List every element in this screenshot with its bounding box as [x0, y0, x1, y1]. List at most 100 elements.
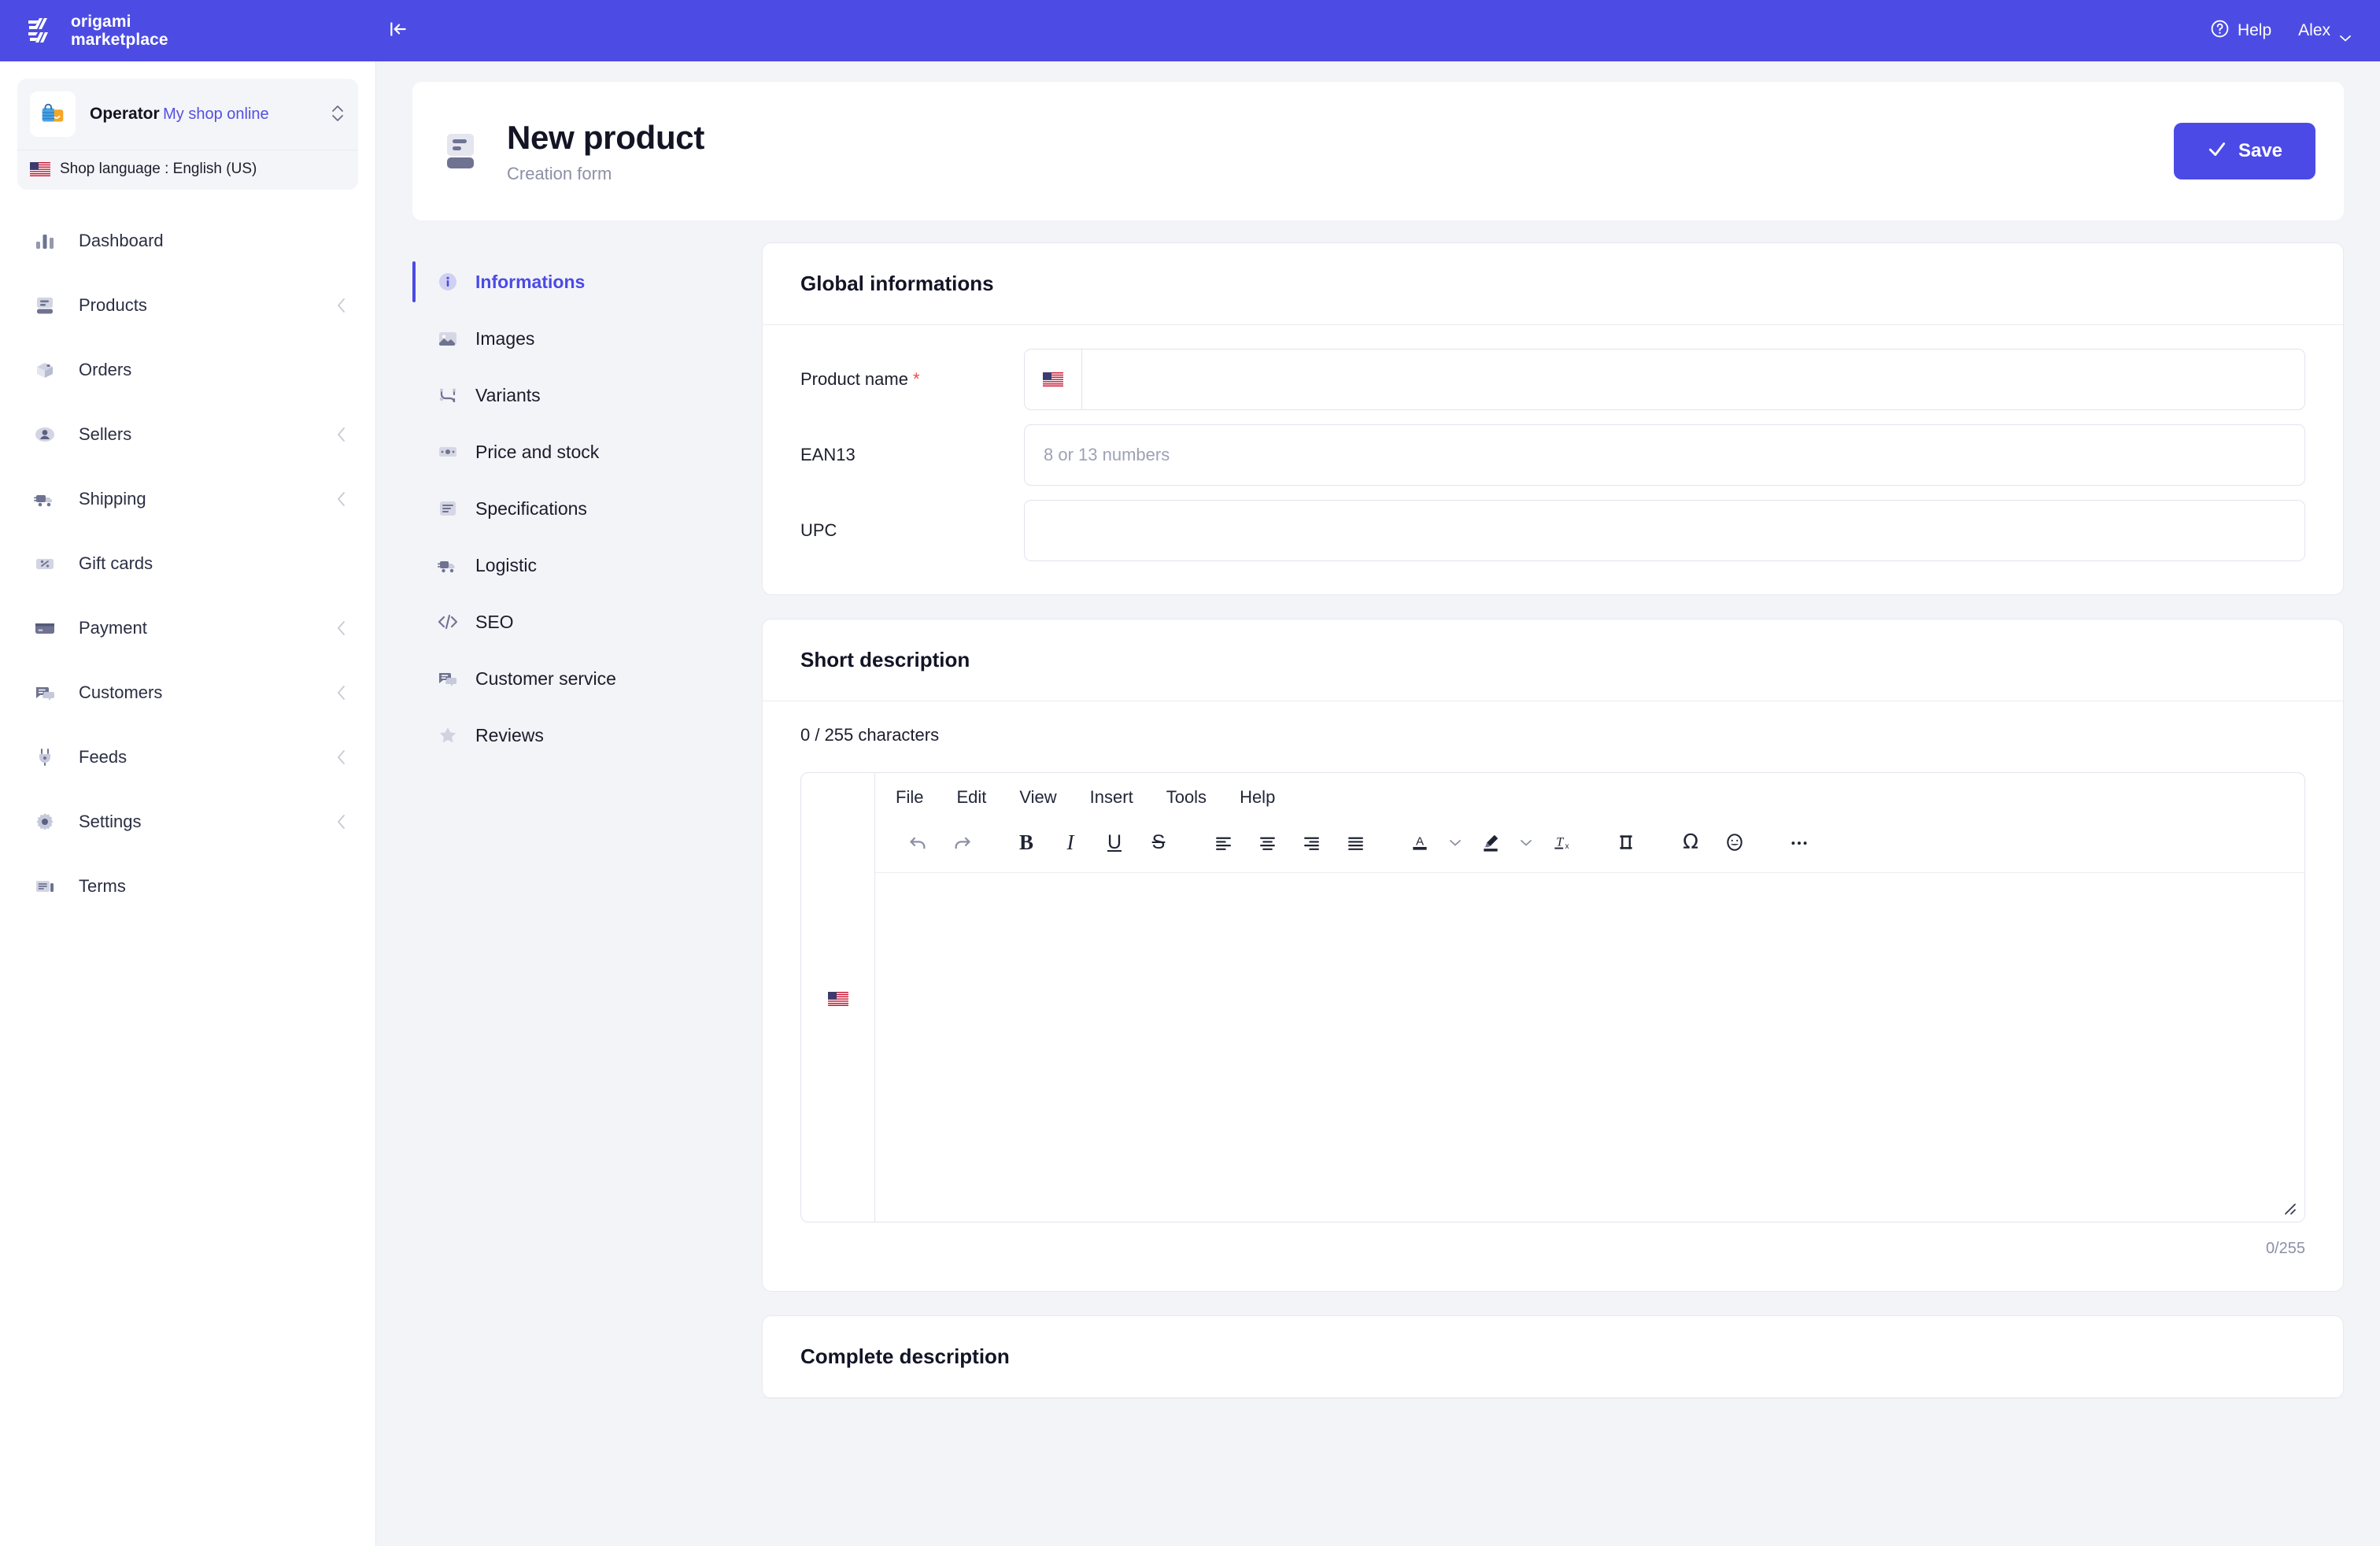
check-icon	[2207, 139, 2227, 165]
horizontal-rule-icon[interactable]	[1604, 822, 1648, 863]
tab-label: Price and stock	[475, 441, 600, 462]
shop-name: Operator	[90, 105, 160, 123]
top-bar-actions: Help Alex	[2210, 19, 2380, 43]
more-options-icon[interactable]	[1777, 822, 1821, 863]
tab-label: Variants	[475, 384, 541, 405]
sidebar-item-dashboard[interactable]: Dashboard	[0, 209, 375, 273]
user-menu-button[interactable]: Alex	[2298, 21, 2351, 42]
save-button-label: Save	[2238, 140, 2283, 161]
help-button[interactable]: Help	[2210, 19, 2271, 43]
sidebar-item-settings[interactable]: Settings	[0, 790, 375, 854]
italic-icon[interactable]: I	[1048, 822, 1092, 863]
tab-seo[interactable]: SEO	[412, 594, 762, 650]
chevron-left-icon[interactable]	[336, 749, 347, 766]
align-right-icon[interactable]	[1289, 822, 1333, 863]
undo-icon[interactable]	[896, 822, 940, 863]
chat-bubble-icon	[31, 679, 58, 706]
product-name-label: Product name *	[800, 369, 1024, 390]
shop-info: Operator My shop online	[90, 104, 330, 124]
menu-tools[interactable]: Tools	[1166, 787, 1207, 808]
question-circle-icon	[2210, 19, 2230, 43]
menu-view[interactable]: View	[1019, 787, 1056, 808]
ean13-field-wrap	[1024, 424, 2305, 486]
tab-price-and-stock[interactable]: Price and stock	[412, 423, 762, 480]
shop-language-row[interactable]: Shop language : English (US)	[17, 150, 358, 190]
save-button[interactable]: Save	[2174, 123, 2315, 179]
tab-variants[interactable]: Variants	[412, 367, 762, 423]
editor-main: File Edit View Insert Tools Help B I U S…	[875, 773, 2304, 1222]
menu-file[interactable]: File	[896, 787, 923, 808]
sidebar-item-sellers[interactable]: Sellers	[0, 402, 375, 467]
menu-edit[interactable]: Edit	[956, 787, 986, 808]
highlight-color-icon[interactable]	[1469, 822, 1513, 863]
help-label: Help	[2237, 21, 2272, 39]
chevron-left-icon[interactable]	[336, 813, 347, 830]
content-columns: Informations Images Variants Price and s…	[376, 242, 2380, 1422]
form-row-upc: UPC	[800, 500, 2305, 561]
resize-grip-icon[interactable]	[2282, 1201, 2297, 1215]
tab-informations[interactable]: Informations	[412, 253, 762, 310]
chevron-left-icon[interactable]	[336, 620, 347, 637]
editor-content-area[interactable]	[875, 873, 2304, 1222]
chevron-left-icon[interactable]	[336, 684, 347, 701]
top-bar: origami marketplace Help Alex	[0, 0, 2380, 61]
price-tag-icon	[436, 440, 460, 464]
credit-card-icon	[31, 615, 58, 642]
sidebar-item-products[interactable]: Products	[0, 273, 375, 338]
sidebar-item-shipping[interactable]: Shipping	[0, 467, 375, 531]
gear-icon	[31, 808, 58, 835]
tab-label: Customer service	[475, 668, 616, 689]
ean13-label: EAN13	[800, 445, 856, 464]
chevron-up-down-icon	[330, 102, 347, 126]
collapse-sidebar-button[interactable]	[376, 0, 420, 61]
tab-specifications[interactable]: Specifications	[412, 480, 762, 537]
bold-icon[interactable]: B	[1004, 822, 1048, 863]
flag-us-icon	[1042, 372, 1063, 386]
text-color-chevron-down-icon[interactable]	[1442, 822, 1469, 863]
tab-images[interactable]: Images	[412, 310, 762, 367]
underline-icon[interactable]: U	[1092, 822, 1136, 863]
app-logo[interactable]: origami marketplace	[0, 0, 376, 61]
highlight-color-chevron-down-icon[interactable]	[1513, 822, 1539, 863]
shop-subtitle: My shop online	[163, 105, 269, 123]
product-name-field-wrap	[1024, 349, 2305, 410]
form-row-ean13: EAN13	[800, 424, 2305, 486]
logo-line-1: origami	[71, 13, 131, 31]
align-center-icon[interactable]	[1245, 822, 1289, 863]
flag-us-icon[interactable]	[827, 992, 848, 1006]
sidebar-label: Feeds	[79, 747, 128, 767]
shop-switcher-button[interactable]: Operator My shop online	[17, 79, 358, 150]
product-name-language-flag[interactable]	[1024, 349, 1081, 410]
align-left-icon[interactable]	[1201, 822, 1245, 863]
product-name-input[interactable]	[1081, 349, 2305, 410]
menu-insert[interactable]: Insert	[1090, 787, 1133, 808]
emoji-icon[interactable]	[1713, 822, 1757, 863]
chevron-left-icon[interactable]	[336, 426, 347, 443]
tab-customer-service[interactable]: Customer service	[412, 650, 762, 707]
upc-input[interactable]	[1024, 500, 2305, 561]
align-justify-icon[interactable]	[1333, 822, 1377, 863]
ean13-input[interactable]	[1024, 424, 2305, 486]
shop-language-label: Shop language : English (US)	[60, 161, 257, 177]
sidebar-nav: Dashboard Products Orders Sellers Shippi…	[0, 209, 375, 919]
sidebar-item-gift-cards[interactable]: Gift cards	[0, 531, 375, 596]
flag-us-icon	[30, 162, 50, 176]
editor-language-column	[801, 773, 875, 1222]
menu-help[interactable]: Help	[1240, 787, 1275, 808]
sidebar-item-feeds[interactable]: Feeds	[0, 725, 375, 790]
tab-logistic[interactable]: Logistic	[412, 537, 762, 594]
sidebar-item-customers[interactable]: Customers	[0, 660, 375, 725]
sidebar-label: Settings	[79, 812, 142, 831]
tab-reviews[interactable]: Reviews	[412, 707, 762, 764]
sidebar-item-orders[interactable]: Orders	[0, 338, 375, 402]
clear-formatting-icon[interactable]: T x	[1539, 822, 1584, 863]
strikethrough-icon[interactable]: S	[1136, 822, 1181, 863]
special-character-icon[interactable]: Ω	[1669, 822, 1713, 863]
text-color-icon[interactable]: A	[1398, 822, 1442, 863]
chat-bubble-icon	[436, 667, 460, 690]
chevron-left-icon[interactable]	[336, 297, 347, 314]
sidebar-item-terms[interactable]: Terms	[0, 854, 375, 919]
redo-icon[interactable]	[940, 822, 984, 863]
chevron-left-icon[interactable]	[336, 490, 347, 508]
sidebar-item-payment[interactable]: Payment	[0, 596, 375, 660]
